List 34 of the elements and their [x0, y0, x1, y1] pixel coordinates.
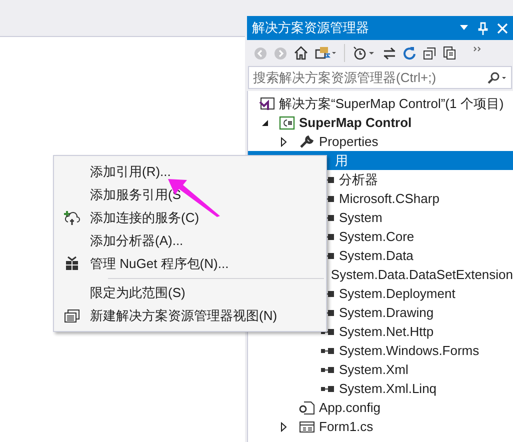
menu-item[interactable]: 限定为此范围(S): [90, 282, 186, 302]
tree-item-label: 分析器: [339, 170, 378, 189]
tree-item-label: System.Core: [339, 228, 414, 246]
menu-item[interactable]: 管理 NuGet 程序包(N)...: [90, 254, 229, 274]
tree-item-label: System: [339, 208, 382, 227]
panel-title: 解决方案资源管理器: [252, 19, 370, 38]
tree-item[interactable]: Form1.cs: [248, 417, 513, 436]
tree-item-label: System.Deployment: [339, 284, 456, 303]
tree-item-label: Properties: [319, 132, 378, 151]
menu-item[interactable]: 添加分析器(A)...: [90, 230, 184, 250]
tree-item-label: System.Net.Http: [339, 322, 434, 341]
tree-item[interactable]: System.Windows.Forms: [248, 341, 513, 360]
menu-item[interactable]: 新建解决方案资源管理器视图(N): [90, 306, 278, 326]
tree-item[interactable]: App.config: [248, 398, 513, 417]
tree-item[interactable]: System.Xml: [248, 360, 513, 379]
tree-item-label: System.Xml: [339, 360, 408, 379]
search-field[interactable]: 搜索解决方案资源管理器(Ctrl+;): [248, 66, 512, 89]
tree-item-label: 解决方案“SuperMap Control”(1 个项目): [279, 94, 504, 113]
tree-item[interactable]: System.Xml.Linq: [248, 379, 513, 398]
tree-item-label: SuperMap Control: [299, 114, 412, 132]
tree-item-label: App.config: [319, 398, 380, 417]
tree-item-label: System.Data.DataSetExtension: [330, 266, 513, 284]
tree-item-label: Microsoft.CSharp: [339, 190, 440, 208]
tree-item-label: Form1.cs: [319, 418, 374, 436]
tree-item-label: 用: [335, 152, 348, 170]
tree-item[interactable]: SuperMap Control: [248, 113, 513, 132]
tree-item[interactable]: Properties: [248, 132, 513, 151]
tree-item-label: System.Xml.Linq: [339, 380, 437, 398]
menu-item[interactable]: 添加连接的服务(C): [90, 208, 200, 228]
tree-item-label: System.Data: [339, 246, 414, 265]
tree-item-label: System.Drawing: [339, 304, 434, 322]
tree-item-label: System.Windows.Forms: [339, 342, 480, 360]
menu-item[interactable]: 添加引用(R)...: [90, 162, 171, 182]
tree-item[interactable]: 解决方案“SuperMap Control”(1 个项目): [248, 94, 513, 113]
